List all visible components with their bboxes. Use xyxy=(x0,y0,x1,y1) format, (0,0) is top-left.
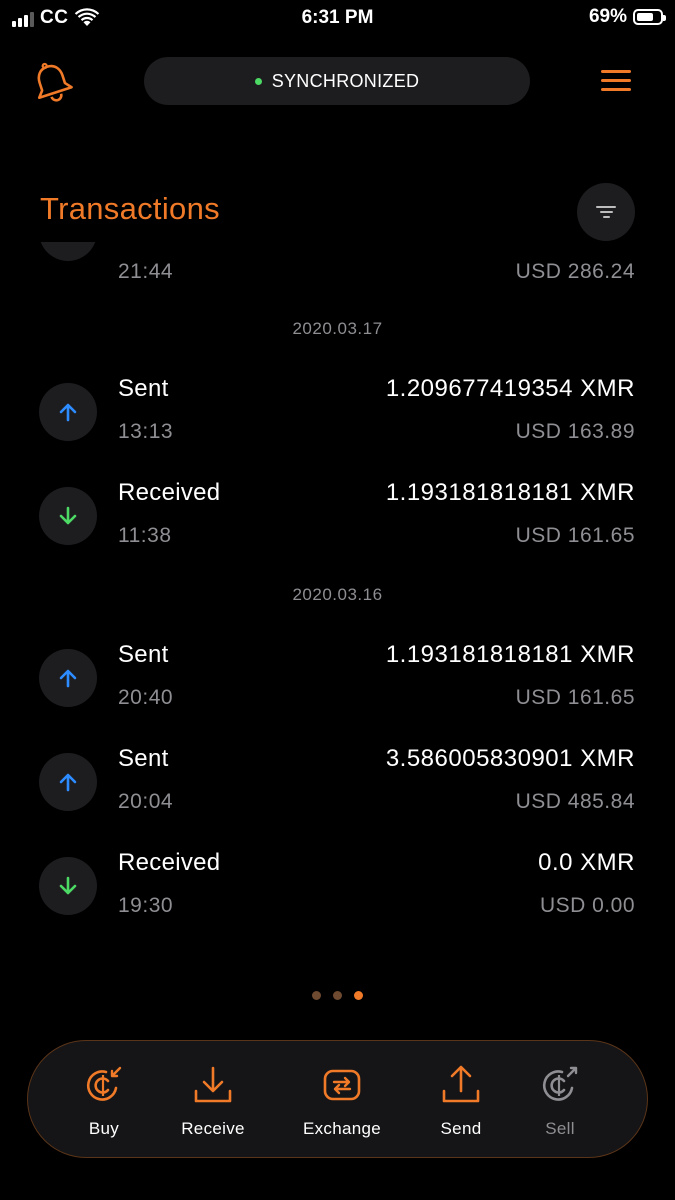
date-separator: 2020.03.17 xyxy=(292,319,383,338)
transaction-amount: 3.586005830901 XMR xyxy=(385,745,635,772)
sync-status-text: SYNCHRONIZED xyxy=(271,70,420,91)
transaction-amount: 1.209677419354 XMR xyxy=(385,375,635,402)
transaction-time: 20:04 xyxy=(118,790,174,813)
bell-icon[interactable] xyxy=(30,60,74,104)
page-dot-active[interactable] xyxy=(354,991,363,1000)
transaction-type: Received xyxy=(118,849,221,876)
transaction-fiat-amount: USD 485.84 xyxy=(515,790,635,813)
transaction-time: 21:44 xyxy=(118,260,174,283)
exchange-icon xyxy=(323,1069,361,1101)
date-separator: 2020.03.16 xyxy=(292,585,383,604)
page-title: Transactions xyxy=(40,191,220,226)
transaction-time: 19:30 xyxy=(118,894,174,917)
buy-button[interactable]: Buy xyxy=(54,1063,154,1139)
send-button[interactable]: Send xyxy=(411,1063,511,1139)
transaction-type: Sent xyxy=(118,375,169,402)
receive-button[interactable]: Receive xyxy=(163,1063,263,1139)
menu-icon[interactable] xyxy=(601,70,631,94)
transaction-fiat-amount: USD 161.65 xyxy=(515,524,635,547)
exchange-label: Exchange xyxy=(302,1119,381,1138)
transaction-type: Sent xyxy=(118,641,169,668)
sync-indicator-dot xyxy=(254,77,262,85)
transaction-row[interactable]: 21:44 USD 286.24 xyxy=(0,242,675,284)
transaction-row[interactable]: Sent 3.586005830901 XMR 20:04 USD 485.84 xyxy=(0,742,675,842)
transaction-type: Received xyxy=(118,479,221,506)
sell-label: Sell xyxy=(545,1119,575,1138)
action-bar: Buy Receive Exchange Send Sell xyxy=(27,1040,648,1158)
buy-icon xyxy=(86,1066,122,1101)
sync-status-pill[interactable]: SYNCHRONIZED xyxy=(144,57,530,105)
received-arrow-icon xyxy=(39,242,97,261)
transaction-row[interactable]: Sent 1.193181818181 XMR 20:40 USD 161.65 xyxy=(0,638,675,738)
transaction-type: Sent xyxy=(118,745,169,772)
sent-arrow-icon xyxy=(39,753,97,811)
send-icon xyxy=(442,1065,480,1103)
received-arrow-icon xyxy=(39,857,97,915)
page-dot[interactable] xyxy=(312,991,321,1000)
transaction-fiat-amount: USD 286.24 xyxy=(515,260,635,283)
exchange-button[interactable]: Exchange xyxy=(292,1063,392,1139)
sent-arrow-icon xyxy=(39,649,97,707)
sell-button[interactable]: Sell xyxy=(510,1063,610,1139)
filter-icon xyxy=(596,206,616,208)
transaction-time: 11:38 xyxy=(118,524,172,547)
transaction-fiat-amount: USD 161.65 xyxy=(515,686,635,709)
send-label: Send xyxy=(440,1119,482,1138)
transaction-amount: 1.193181818181 XMR xyxy=(385,479,635,506)
transaction-amount: 1.193181818181 XMR xyxy=(385,641,635,668)
buy-label: Buy xyxy=(88,1119,120,1138)
transaction-amount: 0.0 XMR xyxy=(538,849,635,876)
transaction-list[interactable]: 21:44 USD 286.24 2020.03.17 Sent 1.20967… xyxy=(0,242,675,942)
receive-icon xyxy=(194,1066,232,1103)
received-arrow-icon xyxy=(39,487,97,545)
transaction-time: 13:13 xyxy=(118,420,174,443)
sell-icon xyxy=(542,1066,578,1101)
transaction-row[interactable]: Received 0.0 XMR 19:30 USD 0.00 xyxy=(0,846,675,942)
sent-arrow-icon xyxy=(39,383,97,441)
page-dot[interactable] xyxy=(333,991,342,1000)
page-indicator[interactable] xyxy=(0,991,675,1000)
transaction-fiat-amount: USD 163.89 xyxy=(515,420,635,443)
transaction-fiat-amount: USD 0.00 xyxy=(539,894,635,917)
receive-label: Receive xyxy=(181,1119,245,1138)
battery-percentage: 69% xyxy=(588,6,627,27)
status-bar: CC 6:31 PM 69% xyxy=(0,0,675,36)
filter-button[interactable] xyxy=(577,183,635,241)
transaction-row[interactable]: Received 1.193181818181 XMR 11:38 USD 16… xyxy=(0,476,675,576)
transaction-time: 20:40 xyxy=(118,686,174,709)
clock: 6:31 PM xyxy=(301,7,374,28)
battery-icon xyxy=(633,9,666,25)
transaction-row[interactable]: Sent 1.209677419354 XMR 13:13 USD 163.89 xyxy=(0,372,675,472)
